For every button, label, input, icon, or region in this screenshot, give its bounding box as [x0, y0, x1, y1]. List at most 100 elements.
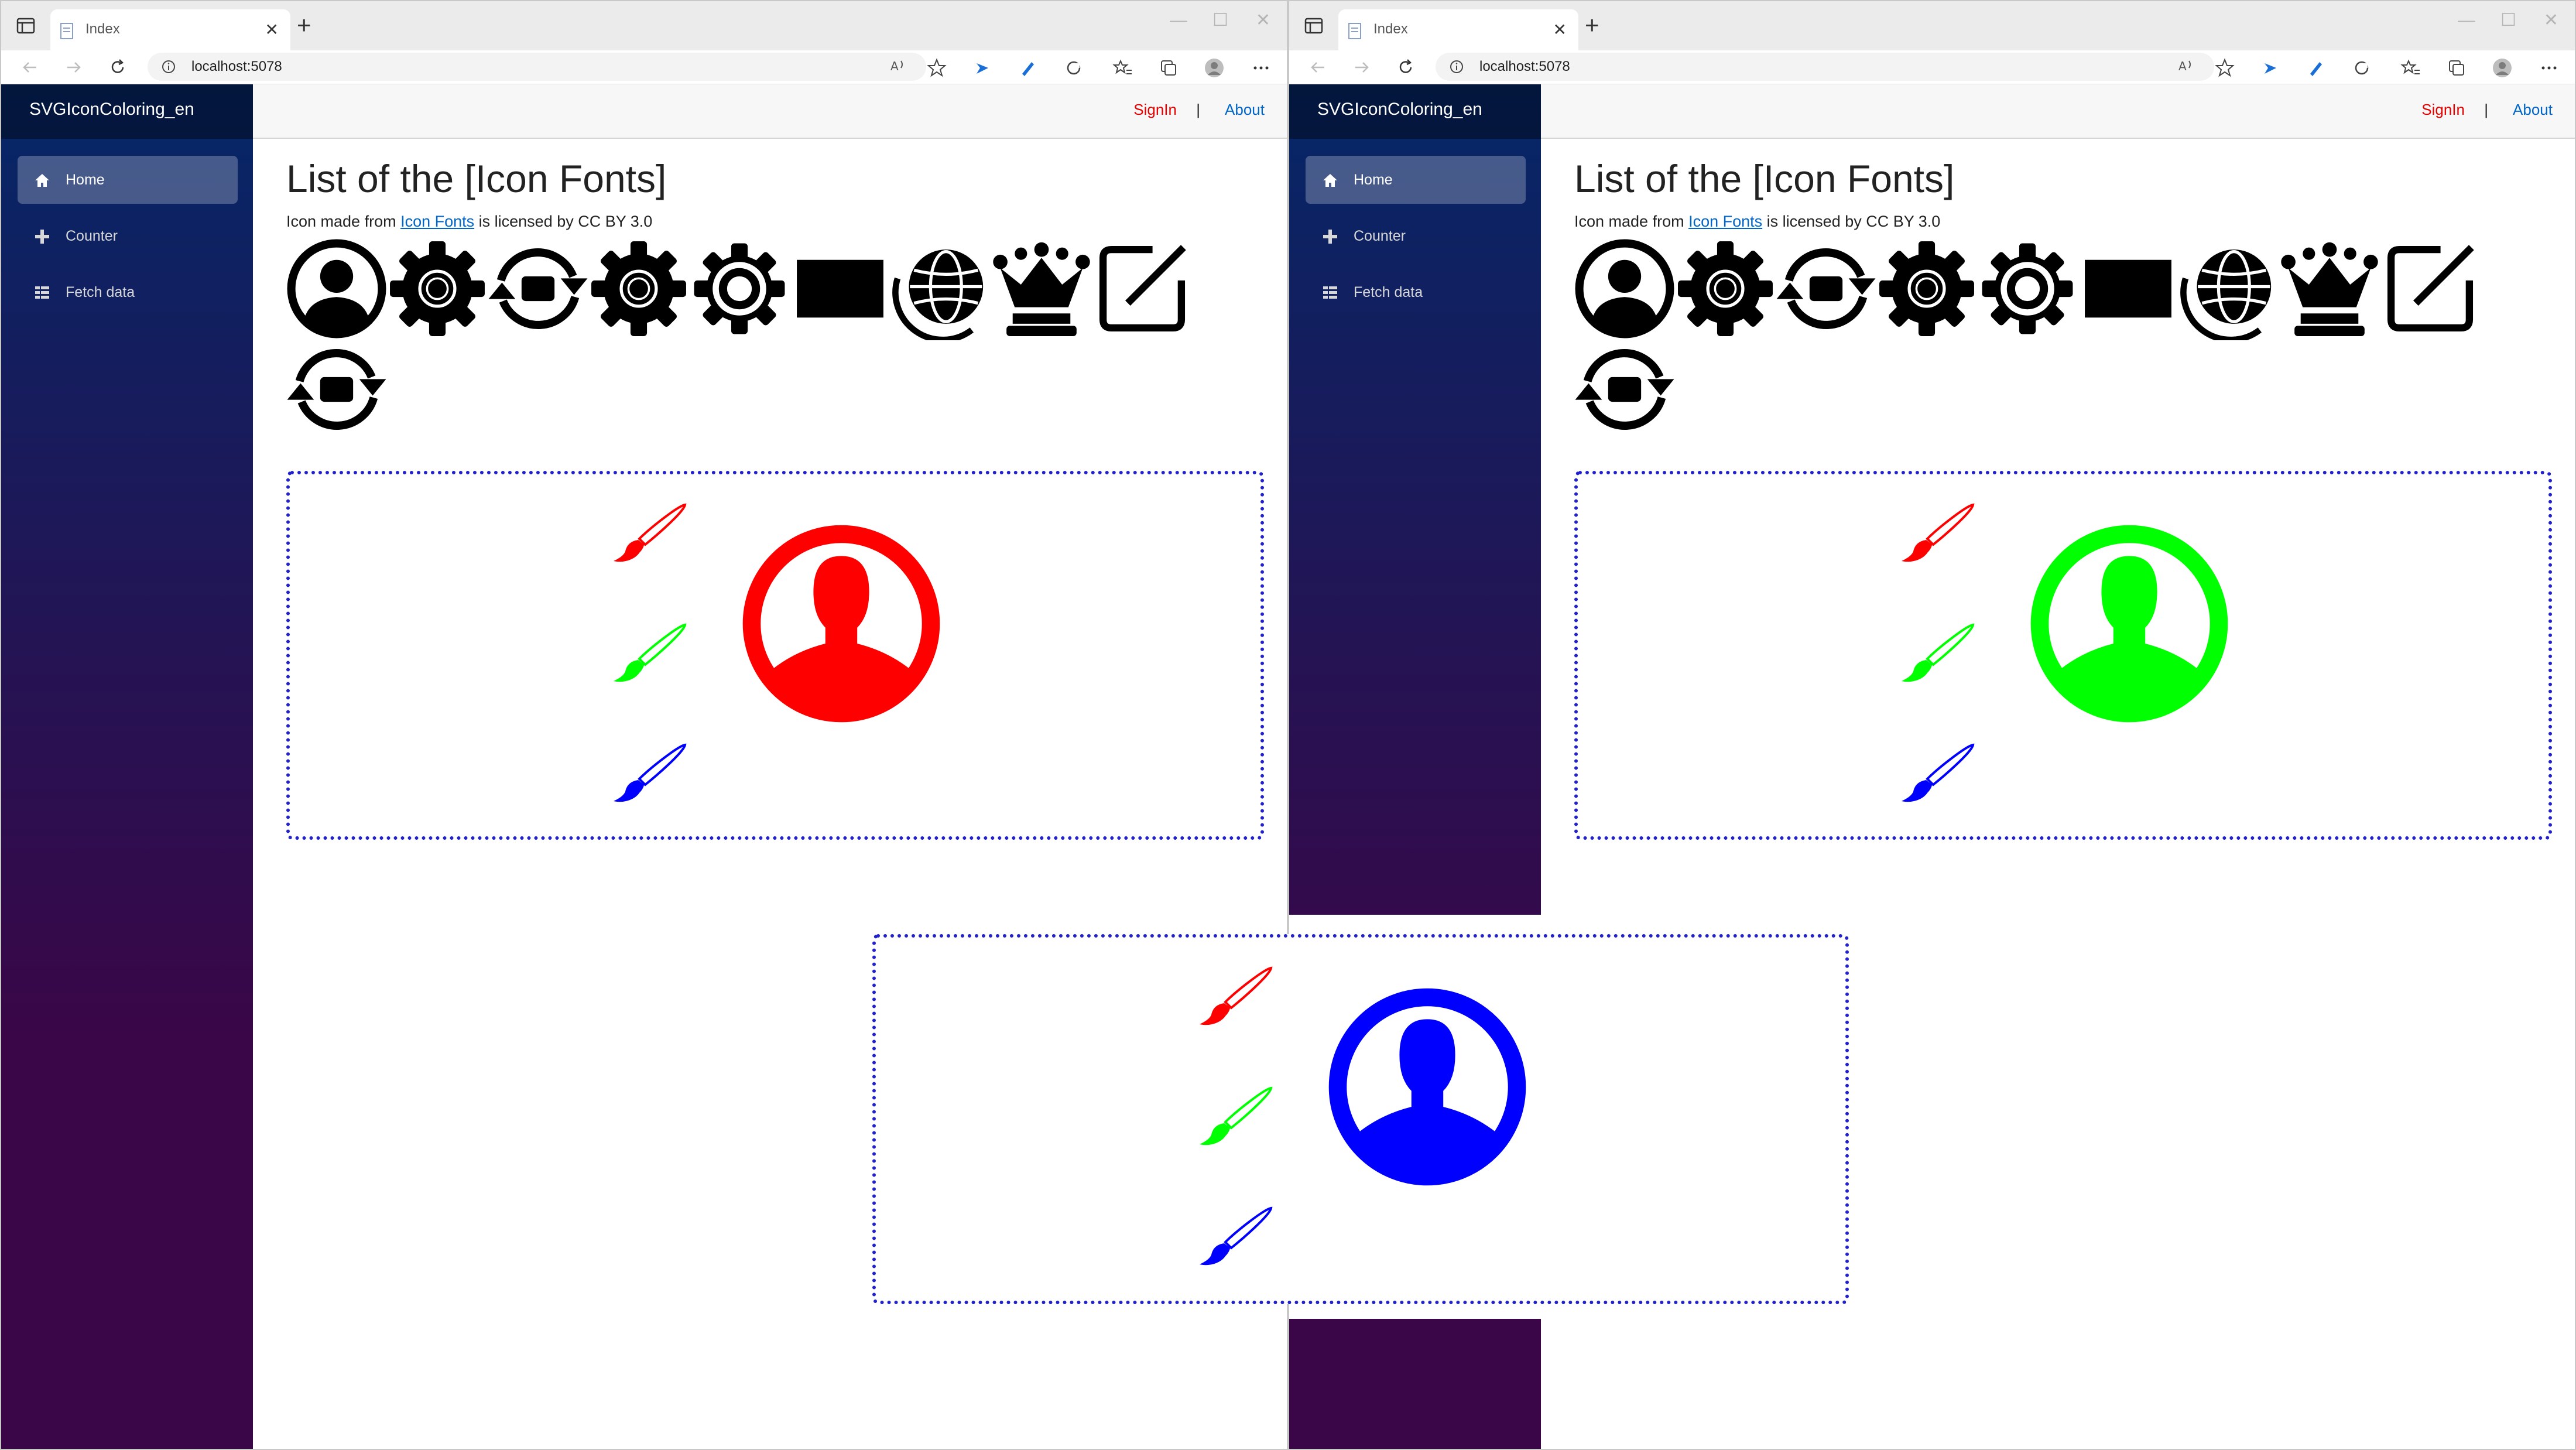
read-aloud-icon[interactable]: A: [2176, 56, 2197, 77]
credit-text: Icon made from Icon Fonts is licensed by…: [286, 213, 652, 231]
green-brush-icon[interactable]: [609, 623, 691, 687]
about-link[interactable]: About: [2513, 101, 2553, 119]
editor-icon[interactable]: [1018, 57, 1039, 78]
user-circle-icon: [1575, 239, 1674, 338]
colored-user-icon: [742, 525, 940, 723]
square-icon: [797, 259, 883, 318]
site-info-icon[interactable]: [162, 60, 176, 74]
credit-prefix: Icon made from: [286, 213, 401, 230]
credit-suffix: is licensed by CC BY 3.0: [474, 213, 653, 230]
tab-bar: Index ✕ + — ☐ ✕: [1289, 1, 2575, 50]
favorites-icon[interactable]: [1112, 57, 1133, 78]
svg-text:A: A: [890, 59, 899, 73]
add-favorite-icon[interactable]: [2214, 57, 2235, 78]
back-icon[interactable]: [1307, 56, 1329, 78]
gear-outline-icon: [694, 243, 785, 334]
copilot-icon[interactable]: [2261, 57, 2282, 78]
tab-actions-icon[interactable]: [14, 14, 37, 37]
crown-icon: [2281, 242, 2378, 336]
page-title: List of the [Icon Fonts]: [1574, 157, 1955, 200]
sidebar-bottom: [1289, 1319, 1541, 1449]
profile-avatar-icon[interactable]: [2492, 57, 2513, 78]
address-bar-row: localhost:5078 A: [1, 50, 1287, 84]
crown-icon: [993, 242, 1090, 336]
list-icon: [1323, 286, 1337, 299]
close-tab-icon[interactable]: ✕: [1553, 21, 1567, 39]
address-bar[interactable]: localhost:5078 A: [148, 53, 926, 81]
forward-icon[interactable]: [63, 56, 85, 78]
editor-icon[interactable]: [2306, 57, 2327, 78]
nav-item-fetch-data[interactable]: Fetch data: [1306, 268, 1526, 316]
coloring-panel: [1574, 471, 2552, 840]
nav-label: Counter: [66, 228, 118, 244]
top-row: SignIn | About: [1541, 84, 2575, 139]
nav-item-home[interactable]: Home: [1306, 156, 1526, 204]
credit-prefix: Icon made from: [1574, 213, 1689, 230]
address-bar-row: localhost:5078 A: [1289, 50, 2575, 84]
profile-avatar-icon[interactable]: [1204, 57, 1225, 78]
refresh-page-icon[interactable]: [1395, 56, 1417, 78]
close-window-icon[interactable]: ✕: [2544, 12, 2558, 29]
more-menu-icon[interactable]: [1251, 57, 1272, 78]
favorites-icon[interactable]: [2400, 57, 2421, 78]
new-tab-icon[interactable]: +: [297, 13, 311, 37]
icon-fonts-link[interactable]: Icon Fonts: [1688, 213, 1762, 230]
back-icon[interactable]: [19, 56, 41, 78]
app-brand[interactable]: SVGIconColoring_en: [1317, 100, 1482, 119]
maximize-icon[interactable]: ☐: [2500, 12, 2516, 29]
signin-link[interactable]: SignIn: [1133, 101, 1177, 119]
gear-outline-icon: [1982, 243, 2073, 334]
blue-brush-icon[interactable]: [609, 743, 691, 807]
address-bar[interactable]: localhost:5078 A: [1436, 53, 2214, 81]
close-tab-icon[interactable]: ✕: [265, 21, 279, 39]
coloring-panel: [286, 471, 1264, 840]
colored-user-icon: [2030, 525, 2228, 723]
collections-icon[interactable]: [2446, 57, 2467, 78]
site-info-icon[interactable]: [1450, 60, 1464, 74]
brand-row: SVGIconColoring_en: [1, 84, 253, 139]
forward-icon[interactable]: [1351, 56, 1373, 78]
copilot-icon[interactable]: [973, 57, 994, 78]
maximize-icon[interactable]: ☐: [1212, 12, 1228, 29]
nav-item-counter[interactable]: Counter: [18, 212, 238, 260]
blue-brush-icon[interactable]: [1897, 743, 1979, 807]
collections-icon[interactable]: [1158, 57, 1179, 78]
red-brush-icon[interactable]: [609, 502, 691, 567]
refresh-icon: [1776, 248, 1876, 329]
refresh-icon: [1575, 349, 1674, 430]
close-window-icon[interactable]: ✕: [1256, 12, 1270, 29]
nav-item-counter[interactable]: Counter: [1306, 212, 1526, 260]
tab-title: Index: [1373, 21, 1408, 37]
red-brush-icon[interactable]: [1897, 502, 1979, 567]
browser-tab[interactable]: Index ✕: [50, 9, 290, 50]
green-brush-icon[interactable]: [1897, 623, 1979, 687]
green-brush-icon[interactable]: [1195, 1086, 1277, 1150]
plus-icon: [35, 230, 49, 244]
icon-fonts-link[interactable]: Icon Fonts: [400, 213, 474, 230]
nav-item-fetch-data[interactable]: Fetch data: [18, 268, 238, 316]
separator: |: [2484, 101, 2488, 118]
gear-icon: [1879, 241, 1974, 336]
coloring-panel-overlay: [872, 934, 1849, 1304]
home-icon: [1323, 174, 1337, 187]
gear-icon: [591, 241, 686, 336]
add-favorite-icon[interactable]: [926, 57, 947, 78]
signin-link[interactable]: SignIn: [2421, 101, 2465, 119]
nav-label: Fetch data: [1354, 284, 1423, 300]
red-brush-icon[interactable]: [1195, 966, 1277, 1030]
about-link[interactable]: About: [1225, 101, 1265, 119]
minimize-icon[interactable]: —: [1170, 12, 1187, 29]
minimize-icon[interactable]: —: [2458, 12, 2475, 29]
svg-text:A: A: [2178, 59, 2187, 73]
extensions-icon[interactable]: [2351, 57, 2372, 78]
refresh-page-icon[interactable]: [107, 56, 129, 78]
app-brand[interactable]: SVGIconColoring_en: [29, 100, 194, 119]
browser-tab[interactable]: Index ✕: [1338, 9, 1578, 50]
nav-item-home[interactable]: Home: [18, 156, 238, 204]
blue-brush-icon[interactable]: [1195, 1206, 1277, 1270]
extensions-icon[interactable]: [1063, 57, 1084, 78]
tab-actions-icon[interactable]: [1302, 14, 1325, 37]
new-tab-icon[interactable]: +: [1585, 13, 1599, 37]
more-menu-icon[interactable]: [2539, 57, 2560, 78]
read-aloud-icon[interactable]: A: [888, 56, 909, 77]
